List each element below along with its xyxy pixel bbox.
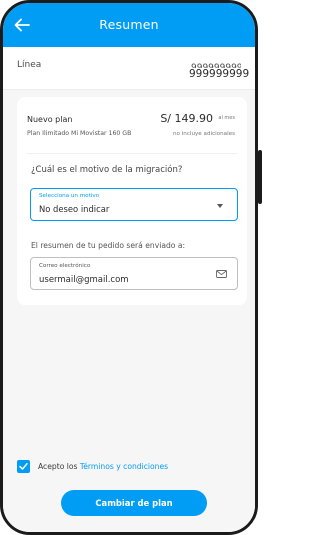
terms-checkbox[interactable] (17, 460, 30, 473)
terms-link[interactable]: Términos y condiciones (80, 462, 168, 471)
plan-title: Nuevo plan (27, 115, 73, 124)
checkmark-icon (19, 463, 28, 470)
volume-down-button (0, 130, 2, 156)
migration-reason-select[interactable]: Selecciona un motivo No deseo indicar (30, 188, 238, 221)
chevron-down-icon[interactable] (217, 204, 223, 208)
plan-name: Plan Ilimitado Mi Movistar 160 GB (27, 130, 132, 137)
top-app-bar: Resumen (3, 3, 255, 47)
summary-card: Nuevo plan Plan Ilimitado Mi Movistar 16… (17, 97, 247, 305)
plan-period: al mes (218, 115, 235, 121)
plan-taxes-note: no incluye adicionales (172, 131, 235, 137)
migration-question: ¿Cuál es el motivo de la migración? (31, 165, 183, 175)
terms-row: Acepto los Términos y condiciones (17, 460, 247, 474)
phone-frame: Resumen Línea 999999999 999999999 Nuevo … (0, 0, 258, 535)
card-divider (27, 153, 237, 154)
email-note: El resumen de tu pedido será enviado a: (31, 241, 186, 250)
line-number: 999999999 (189, 68, 250, 81)
terms-text: Acepto los Términos y condiciones (38, 462, 169, 471)
email-caption: Correo electrónico (39, 263, 91, 269)
main-content: Línea 999999999 999999999 Nuevo plan Pla… (3, 47, 255, 532)
select-value: No deseo indicar (39, 204, 110, 214)
email-value[interactable]: usermail@gmail.com (39, 275, 129, 285)
volume-up-button (0, 96, 2, 122)
change-plan-button[interactable]: Cambiar de plan (61, 490, 207, 516)
select-caption: Selecciona un motivo (39, 193, 100, 199)
email-field[interactable]: Correo electrónico usermail@gmail.com (30, 257, 238, 290)
page-title: Resumen (99, 17, 159, 32)
line-label: Línea (17, 60, 42, 70)
line-row: Línea 999999999 999999999 (3, 47, 255, 90)
mail-icon (216, 270, 227, 278)
power-button (258, 150, 262, 204)
plan-price: S/ 149.90 (160, 112, 213, 125)
